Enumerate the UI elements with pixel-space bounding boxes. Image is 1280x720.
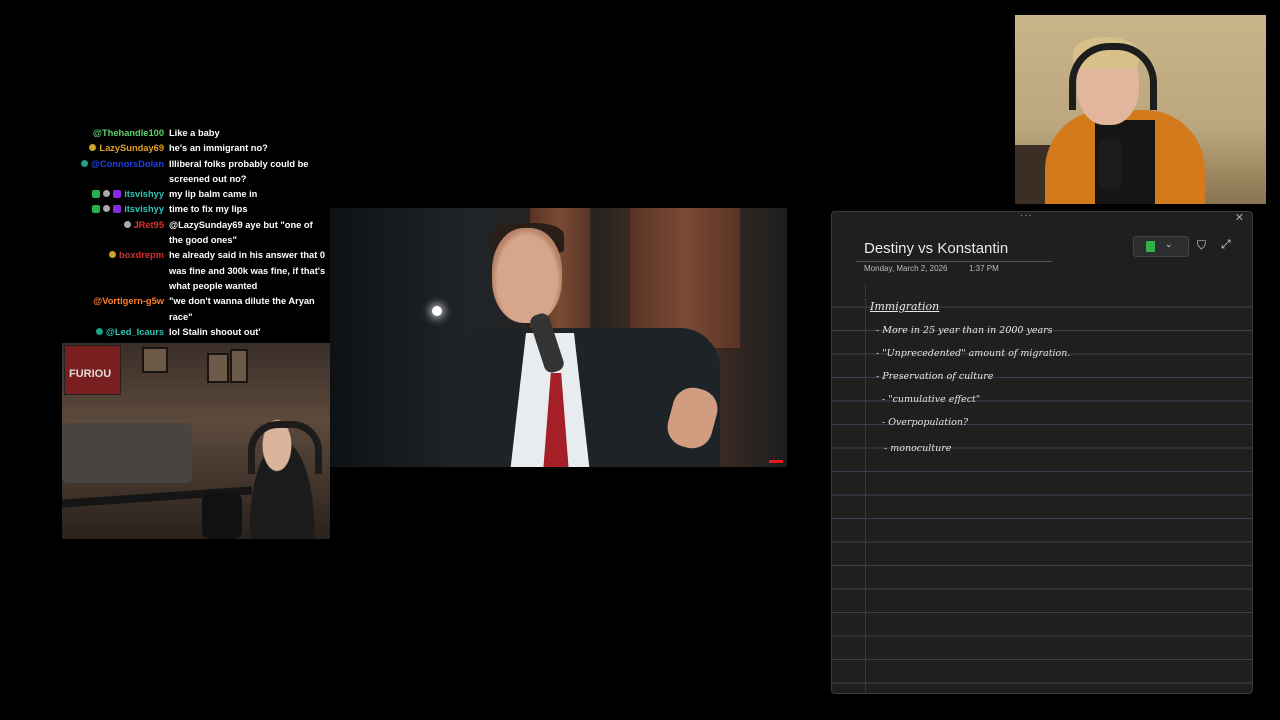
handwritten-line: - "cumulative effect" xyxy=(882,394,981,405)
page-date: Monday, March 2, 2026 xyxy=(864,264,948,273)
headphones-icon xyxy=(248,421,322,474)
close-icon[interactable]: ✕ xyxy=(1235,212,1244,224)
teal-badge-icon xyxy=(95,327,103,335)
handwritten-line: - "Unprecedented" amount of migration. xyxy=(876,348,1071,359)
chat-username[interactable]: @Vortigern-g5w xyxy=(93,294,164,309)
title-underline xyxy=(856,261,1052,262)
chat-username[interactable]: itsvishyy xyxy=(124,202,164,217)
chat-username[interactable]: @ConnorsDolan xyxy=(91,157,164,172)
handwritten-line: - monoculture xyxy=(884,443,952,454)
wall-frame xyxy=(142,347,168,373)
chat-message-text: he already said in his answer that 0 was… xyxy=(169,250,326,291)
gold-badge-icon xyxy=(89,144,97,152)
more-options-icon[interactable]: ··· xyxy=(1020,212,1033,221)
chat-message: LazySunday69 he's an immigrant no? xyxy=(60,141,335,156)
chat-message: boxdrepm he already said in his answer th… xyxy=(60,248,335,294)
chat-message-meta: @Vortigern-g5w xyxy=(60,294,164,325)
speaker-head xyxy=(492,228,562,323)
chat-message: @Thehandle100 Like a baby xyxy=(60,126,335,141)
wall-frame xyxy=(230,349,248,383)
margin-line xyxy=(865,284,866,693)
filter-icon[interactable]: ⛉ xyxy=(1197,238,1206,253)
chat-message: @Led_Icaurs lol Stalin shoout out' xyxy=(60,325,335,340)
page-title[interactable]: Destiny vs Konstantin xyxy=(864,240,1008,257)
chat-username[interactable]: @Thehandle100 xyxy=(93,126,164,141)
chat-message-text: time to fix my lips xyxy=(169,204,248,215)
video-progress-indicator xyxy=(769,460,783,463)
purple-badge-icon xyxy=(113,190,122,199)
chat-username[interactable]: LazySunday69 xyxy=(99,141,164,156)
handwritten-line: - Preservation of culture xyxy=(876,371,994,382)
chat-message: @ConnorsDolan Illiberal folks probably co… xyxy=(60,157,335,188)
green-badge-icon xyxy=(92,205,101,214)
handwritten-line: - Overpopulation? xyxy=(882,417,969,428)
stage-light xyxy=(432,306,442,316)
window-titlebar[interactable]: ··· ✕ xyxy=(832,212,1252,226)
couch xyxy=(62,423,192,483)
chevron-down-icon: ⌄ xyxy=(1165,239,1173,249)
expand-icon[interactable]: ⤢ xyxy=(1221,237,1231,252)
chat-username[interactable]: JRet95 xyxy=(134,218,165,233)
chat-message-text: he's an immigrant no? xyxy=(169,143,268,154)
skull-badge-icon xyxy=(123,220,131,228)
handwritten-line: - More in 25 year than in 2000 years xyxy=(876,325,1053,336)
microphone-icon xyxy=(1099,137,1123,191)
chat-username[interactable]: boxdrepm xyxy=(119,248,164,263)
chat-message-meta: JRet95 xyxy=(60,218,164,249)
chat-message-meta: LazySunday69 xyxy=(60,141,164,156)
chat-message-meta: itsvishyy xyxy=(60,202,164,217)
chat-message-meta: @ConnorsDolan xyxy=(60,157,164,188)
chat-username[interactable]: @Led_Icaurs xyxy=(106,325,164,340)
chat-message-meta: @Led_Icaurs xyxy=(60,325,164,340)
wall-poster: FURIOU xyxy=(64,345,121,395)
chat-message-text: lol Stalin shoout out' xyxy=(169,326,261,337)
chat-overlay: @Thehandle100 Like a baby LazySunday69 he's… xyxy=(60,126,335,342)
chat-message-text: my lip balm came in xyxy=(169,189,258,200)
wall-frame xyxy=(207,353,229,383)
streamer-webcam-right xyxy=(1015,15,1266,204)
microphone-icon xyxy=(202,493,242,539)
skull-badge-icon xyxy=(103,205,111,213)
page-time: 1:37 PM xyxy=(969,264,999,273)
headphones-icon xyxy=(1069,43,1157,110)
onenote-window[interactable]: ··· ✕ Destiny vs Konstantin Monday, Marc… xyxy=(831,211,1253,694)
chat-message: itsvishyy time to fix my lips xyxy=(60,202,335,217)
chat-username[interactable]: itsvishyy xyxy=(124,187,164,202)
chat-message-text: Illiberal folks probably could be screen… xyxy=(169,158,309,184)
green-badge-icon xyxy=(92,190,101,199)
chat-message: JRet95 @LazySunday69 aye but "one of the … xyxy=(60,218,335,249)
chat-message-text: "we don't wanna dilute the Aryan race" xyxy=(169,296,315,322)
chat-message: @Vortigern-g5w "we don't wanna dilute the… xyxy=(60,294,335,325)
notebook-selector-button[interactable]: ⌄ xyxy=(1133,236,1189,257)
streamer-webcam-left: FURIOU xyxy=(62,343,330,539)
gold-badge-icon xyxy=(109,251,117,259)
brick-pillar xyxy=(630,208,740,348)
chat-message-text: @LazySunday69 aye but "one of the good o… xyxy=(169,219,313,246)
skull-badge-icon xyxy=(103,190,111,198)
chat-message-meta: @Thehandle100 xyxy=(60,126,164,141)
notebook-icon xyxy=(1146,241,1155,252)
purple-badge-icon xyxy=(113,205,122,214)
poster-text: FURIOU xyxy=(69,368,112,380)
handwritten-heading: Immigration xyxy=(870,300,940,313)
chat-message-meta: itsvishyy xyxy=(60,187,164,202)
chat-message-meta: boxdrepm xyxy=(60,248,164,294)
chat-message: itsvishyy my lip balm came in xyxy=(60,187,335,202)
debate-video[interactable] xyxy=(330,208,787,467)
teal-badge-icon xyxy=(80,159,88,167)
ruled-lines xyxy=(832,284,1252,693)
chat-message-text: Like a baby xyxy=(169,128,220,138)
